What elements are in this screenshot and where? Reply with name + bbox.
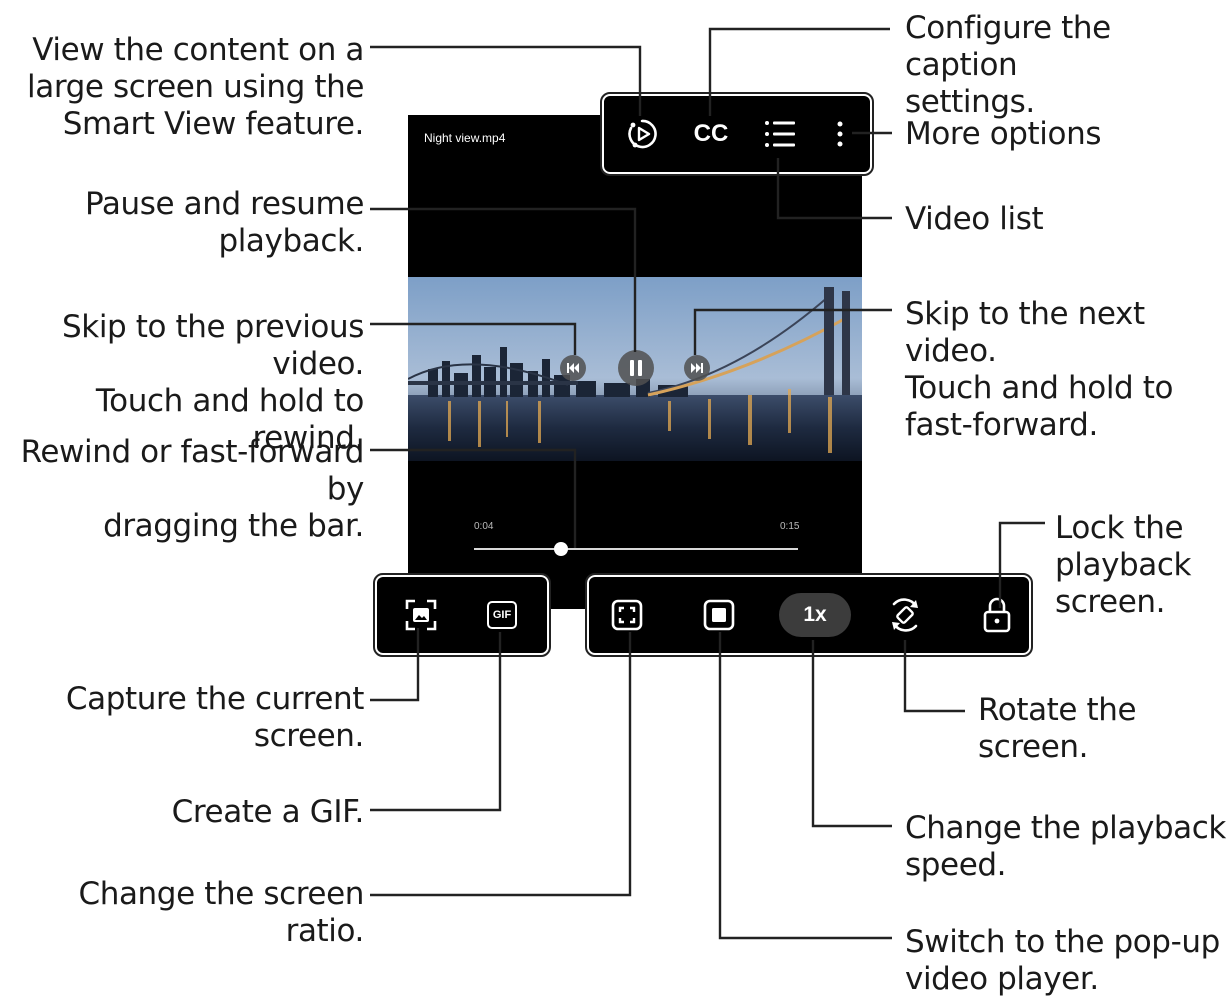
playback-speed-button[interactable]: 1x: [779, 593, 851, 637]
top-controls: CC: [600, 92, 874, 176]
smart-view-button[interactable]: [624, 116, 660, 152]
current-time: 0:04: [474, 521, 494, 532]
callout-popup: Switch to the pop-up video player.: [905, 924, 1220, 997]
callout-seek: Rewind or fast-forward by dragging the b…: [20, 434, 365, 544]
bottom-left-controls: GIF: [373, 573, 551, 657]
capture-icon: [405, 599, 437, 631]
total-time: 0:15: [780, 521, 800, 532]
more-options-button[interactable]: [832, 116, 848, 152]
screen-ratio-icon: [611, 599, 643, 631]
callout-smart-view: View the content on a large screen using…: [27, 32, 364, 142]
previous-button[interactable]: [560, 355, 586, 381]
pause-button[interactable]: [618, 350, 654, 386]
callout-capture: Capture the current screen.: [65, 681, 364, 754]
popup-player-button[interactable]: [701, 597, 737, 633]
closed-caption-button[interactable]: CC: [688, 116, 734, 152]
smart-view-icon: [628, 119, 657, 149]
callout-next: Skip to the next video. Touch and hold t…: [905, 296, 1174, 443]
callout-pause: Pause and resume playback.: [84, 186, 364, 259]
rotate-icon: [892, 598, 918, 632]
popup-player-icon: [703, 599, 735, 631]
callout-video-list: Video list: [905, 201, 1044, 237]
previous-icon: [567, 363, 579, 373]
video-list-icon: [765, 121, 795, 147]
video-list-button[interactable]: [760, 116, 800, 152]
leader-ratio: [370, 632, 632, 897]
rotate-button[interactable]: [885, 595, 925, 635]
lock-button[interactable]: [981, 595, 1013, 635]
leader-popup: [718, 632, 892, 940]
leader-speed: [811, 640, 892, 828]
seek-handle[interactable]: [554, 542, 569, 556]
leader-gif: [370, 632, 502, 812]
gif-button[interactable]: GIF: [487, 601, 517, 629]
callout-caption: Configure the caption settings.: [905, 10, 1111, 120]
next-icon: [691, 363, 703, 373]
next-button[interactable]: [684, 355, 710, 381]
capture-button[interactable]: [403, 597, 439, 633]
screen-ratio-button[interactable]: [609, 597, 645, 633]
gif-icon: GIF: [492, 609, 512, 621]
pause-icon: [630, 360, 642, 376]
video-filename: Night view.mp4: [424, 131, 506, 145]
leader-smart-view: [370, 45, 642, 116]
closed-caption-icon: CC: [693, 120, 729, 147]
lock-icon: [983, 597, 1011, 633]
bottom-right-controls: 1x: [585, 573, 1033, 657]
callout-rotate: Rotate the screen.: [978, 692, 1137, 765]
seek-bar[interactable]: [474, 548, 798, 550]
video-player-screen[interactable]: Night view.mp4 0:04 0:15: [408, 115, 862, 609]
more-options-icon: [837, 121, 843, 147]
callout-speed: Change the playback speed.: [905, 810, 1226, 883]
callout-lock: Lock the playback screen.: [1055, 510, 1192, 620]
callout-ratio: Change the screen ratio.: [78, 876, 364, 949]
callout-more: More options: [905, 116, 1102, 152]
callout-gif: Create a GIF.: [171, 794, 365, 830]
